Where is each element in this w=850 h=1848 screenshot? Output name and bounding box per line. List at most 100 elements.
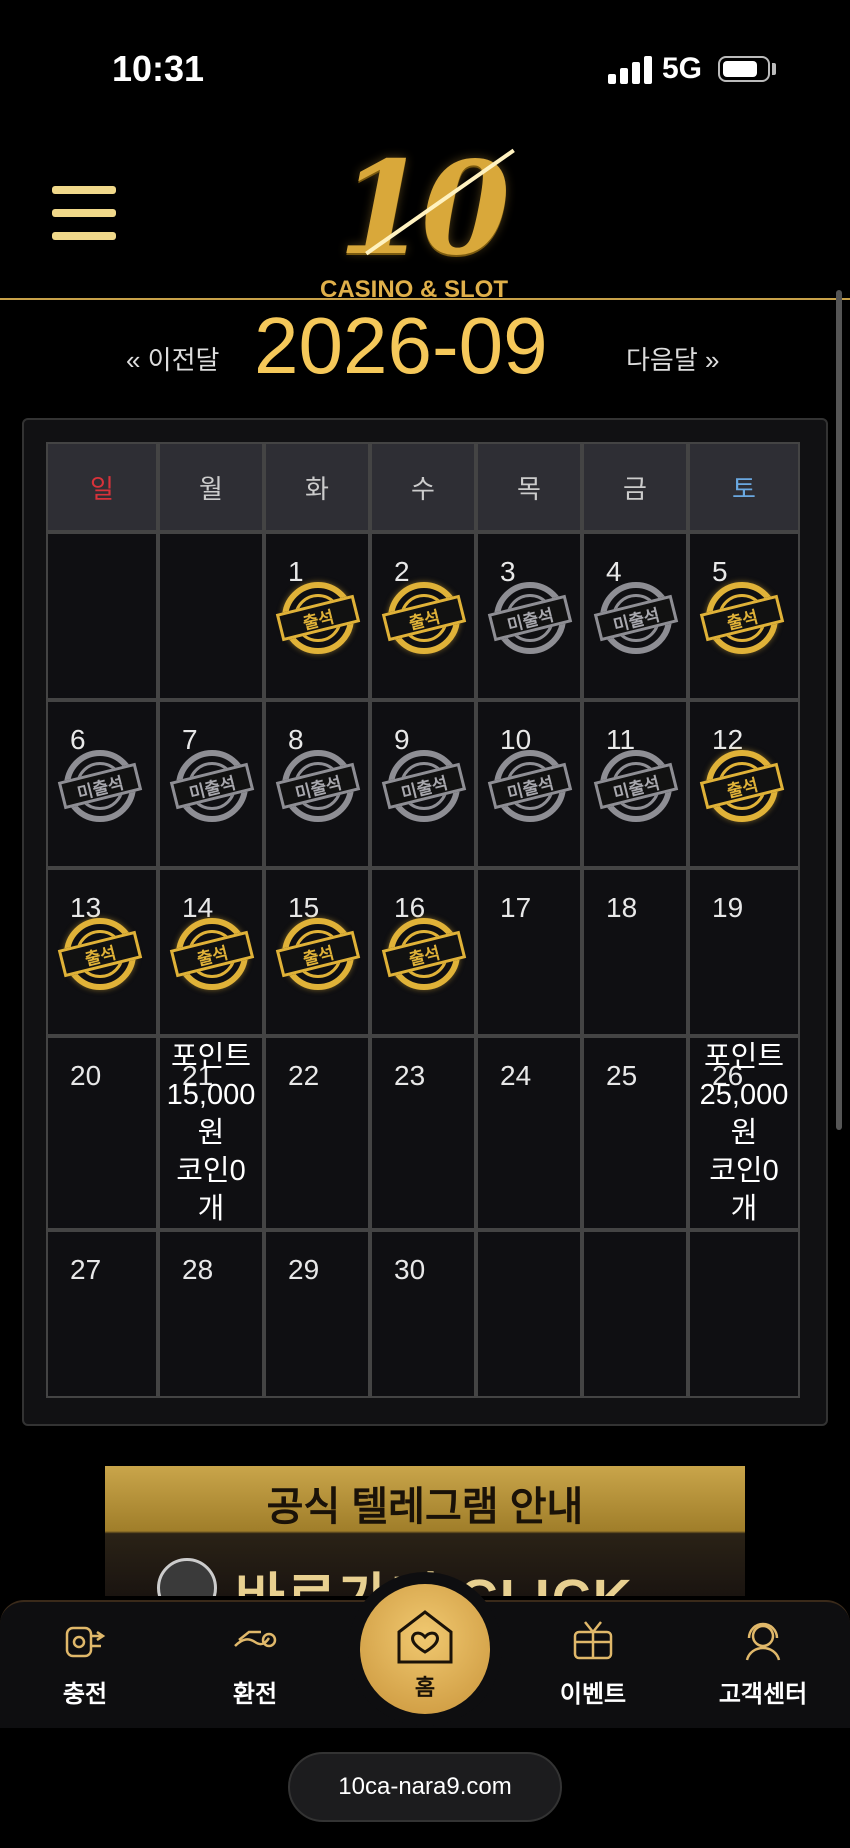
weekday-header: 일월화수목금토 <box>46 442 806 532</box>
absent-stamp-icon: 미출석 <box>593 582 679 654</box>
day-number: 18 <box>606 892 638 923</box>
nav-label-deposit: 충전 <box>62 1681 108 1708</box>
casino-logo[interactable]: 10 CASINO & SLOT <box>310 134 540 303</box>
calendar-day-cell[interactable]: 13 출석 <box>46 868 158 1036</box>
attended-stamp-icon: 출석 <box>699 582 785 654</box>
attended-stamp-icon: 출석 <box>275 582 361 654</box>
day-number: 25 <box>606 1060 638 1091</box>
prev-month-link[interactable]: « 이전달 <box>126 340 219 377</box>
reward-line: 포인트 <box>170 1041 252 1073</box>
calendar-day-cell[interactable]: 30 <box>370 1230 476 1398</box>
app-header: 10 CASINO & SLOT <box>0 130 850 303</box>
calendar-day-cell[interactable]: 18 <box>582 868 688 1036</box>
attended-stamp-icon: 출석 <box>169 918 255 990</box>
nav-event[interactable]: 이벤트 <box>518 1602 668 1730</box>
calendar-day-cell[interactable]: 5 출석 <box>688 532 800 700</box>
day-number: 29 <box>288 1254 320 1285</box>
calendar-day-cell[interactable] <box>688 1230 800 1398</box>
calendar-day-cell[interactable]: 14 출석 <box>158 868 264 1036</box>
calendar-day-cell[interactable]: 8 미출석 <box>264 700 370 868</box>
nav-withdraw[interactable]: 환전 <box>180 1602 330 1730</box>
calendar-day-cell[interactable]: 21 포인트 15,000 원 코인0 개 <box>158 1036 264 1230</box>
calendar-day-cell[interactable]: 10 미출석 <box>476 700 582 868</box>
absent-stamp-icon: 미출석 <box>381 750 467 822</box>
calendar-day-cell[interactable]: 29 <box>264 1230 370 1398</box>
day-number: 3 <box>500 556 516 587</box>
page-scrollbar[interactable] <box>836 290 842 1130</box>
calendar-day-cell[interactable]: 11 미출석 <box>582 700 688 868</box>
day-number: 8 <box>288 724 304 755</box>
day-number: 6 <box>70 724 86 755</box>
nav-label-event: 이벤트 <box>559 1681 627 1708</box>
day-number: 1 <box>288 556 304 587</box>
browser-url-bar[interactable]: 10ca-nara9.com <box>288 1752 562 1822</box>
status-time: 10:31 <box>112 48 205 89</box>
day-number: 22 <box>288 1060 320 1091</box>
calendar-week: 20 21 포인트 15,000 원 코인0 개 22 23 24 25 26 포인트 25,000 원 코인… <box>46 1036 806 1230</box>
calendar-day-cell[interactable]: 9 미출석 <box>370 700 476 868</box>
calendar-day-cell[interactable]: 19 <box>688 868 800 1036</box>
reward-line: 개 <box>730 1193 758 1225</box>
weekday-3: 수 <box>370 442 476 532</box>
calendar-day-cell[interactable] <box>46 532 158 700</box>
status-bar: 10:31 5G <box>0 0 850 140</box>
calendar-day-cell[interactable]: 23 <box>370 1036 476 1230</box>
calendar-day-cell[interactable]: 24 <box>476 1036 582 1230</box>
nav-home[interactable]: 홈 <box>360 1584 490 1714</box>
day-number: 7 <box>182 724 198 755</box>
day-number: 27 <box>70 1254 102 1285</box>
absent-stamp-icon: 미출석 <box>57 750 143 822</box>
calendar-day-cell[interactable] <box>476 1230 582 1398</box>
calendar-week: 1 출석 2 출석 3 미출석 4 미출석 5 출석 <box>46 532 806 700</box>
nav-deposit[interactable]: 충전 <box>10 1602 160 1730</box>
calendar-day-cell[interactable]: 12 출석 <box>688 700 800 868</box>
attended-stamp-icon: 출석 <box>699 750 785 822</box>
hamburger-menu-icon[interactable] <box>52 186 116 242</box>
calendar-day-cell[interactable]: 1 출석 <box>264 532 370 700</box>
calendar-day-cell[interactable]: 28 <box>158 1230 264 1398</box>
nav-support[interactable]: 고객센터 <box>688 1602 838 1730</box>
weekday-5: 금 <box>582 442 688 532</box>
calendar-day-cell[interactable] <box>158 532 264 700</box>
calendar-day-cell[interactable]: 2 출석 <box>370 532 476 700</box>
day-number: 24 <box>500 1060 532 1091</box>
home-button-wrap: 홈 <box>348 1572 502 1726</box>
reward-line: 15,000 <box>166 1079 256 1111</box>
month-title: 2026-09 <box>254 301 548 390</box>
calendar-day-cell[interactable]: 15 출석 <box>264 868 370 1036</box>
calendar-day-cell[interactable]: 22 <box>264 1036 370 1230</box>
day-number: 5 <box>712 556 728 587</box>
absent-stamp-icon: 미출석 <box>169 750 255 822</box>
signal-icon <box>608 56 652 84</box>
calendar-day-cell[interactable]: 27 <box>46 1230 158 1398</box>
calendar-day-cell[interactable]: 20 <box>46 1036 158 1230</box>
reward-line: 개 <box>197 1193 225 1225</box>
attended-stamp-icon: 출석 <box>381 582 467 654</box>
reward-info: 포인트 25,000 원 코인0 개 <box>690 1038 798 1228</box>
calendar-day-cell[interactable]: 25 <box>582 1036 688 1230</box>
calendar-day-cell[interactable]: 16 출석 <box>370 868 476 1036</box>
calendar-day-cell[interactable]: 4 미출석 <box>582 532 688 700</box>
calendar-day-cell[interactable]: 7 미출석 <box>158 700 264 868</box>
logo-number: 10 <box>338 134 510 284</box>
calendar-week: 27 28 29 30 <box>46 1230 806 1398</box>
day-number: 9 <box>394 724 410 755</box>
network-label: 5G <box>662 52 703 85</box>
home-heart-icon <box>397 1610 453 1664</box>
weekday-0: 일 <box>46 442 158 532</box>
calendar-day-cell[interactable]: 26 포인트 25,000 원 코인0 개 <box>688 1036 800 1230</box>
calendar-week: 13 출석 14 출석 15 출석 16 출석 17 18 19 <box>46 868 806 1036</box>
reward-line: 원 <box>730 1117 758 1149</box>
deposit-icon <box>65 1626 106 1658</box>
attended-stamp-icon: 출석 <box>57 918 143 990</box>
calendar-day-cell[interactable]: 17 <box>476 868 582 1036</box>
calendar-day-cell[interactable]: 6 미출석 <box>46 700 158 868</box>
gift-icon <box>573 1621 613 1660</box>
weekday-6: 토 <box>688 442 800 532</box>
day-number: 30 <box>394 1254 426 1285</box>
next-month-link[interactable]: 다음달 » <box>626 340 719 377</box>
calendar-day-cell[interactable]: 3 미출석 <box>476 532 582 700</box>
calendar-day-cell[interactable] <box>582 1230 688 1398</box>
battery-icon <box>718 56 770 82</box>
reward-line: 25,000 <box>699 1079 789 1111</box>
